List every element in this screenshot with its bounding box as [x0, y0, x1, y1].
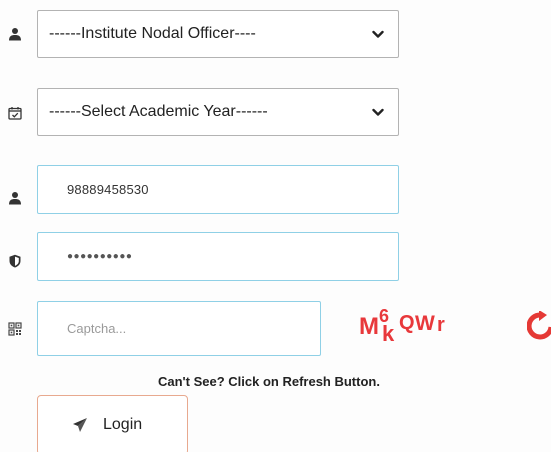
- shield-icon: [8, 254, 22, 268]
- login-button-label: Login: [103, 416, 143, 433]
- svg-text:W: W: [415, 312, 435, 335]
- captcha-placeholder: Captcha...: [67, 321, 127, 336]
- login-form: ------Institute Nodal Officer---- ------…: [0, 0, 551, 452]
- captcha-hint: Can't See? Click on Refresh Button.: [158, 374, 380, 389]
- role-select-value: ------Institute Nodal Officer----: [49, 25, 256, 42]
- refresh-icon: [527, 311, 551, 340]
- chevron-down-icon: [372, 108, 384, 116]
- user-icon: [8, 191, 22, 205]
- login-button[interactable]: Login: [37, 395, 188, 452]
- role-select[interactable]: ------Institute Nodal Officer----: [37, 10, 399, 58]
- password-value: ●●●●●●●●●●: [67, 251, 133, 262]
- refresh-captcha-button[interactable]: [527, 311, 551, 341]
- username-value: 98889458530: [67, 182, 149, 197]
- captcha-image: M 6 k Q W r: [357, 304, 477, 346]
- captcha-input[interactable]: Captcha...: [37, 301, 321, 356]
- user-icon: [8, 27, 22, 41]
- svg-text:Q: Q: [399, 312, 415, 334]
- username-input[interactable]: 98889458530: [37, 165, 399, 214]
- qrcode-icon: [8, 322, 22, 336]
- academic-year-select[interactable]: ------Select Academic Year------: [37, 88, 399, 136]
- svg-text:k: k: [382, 321, 395, 346]
- chevron-down-icon: [372, 30, 384, 38]
- svg-text:M: M: [359, 313, 379, 340]
- academic-year-select-value: ------Select Academic Year------: [49, 103, 268, 120]
- calendar-check-icon: [8, 106, 22, 120]
- password-input[interactable]: ●●●●●●●●●●: [37, 232, 399, 281]
- paper-plane-icon: [73, 418, 87, 432]
- svg-text:r: r: [437, 314, 445, 336]
